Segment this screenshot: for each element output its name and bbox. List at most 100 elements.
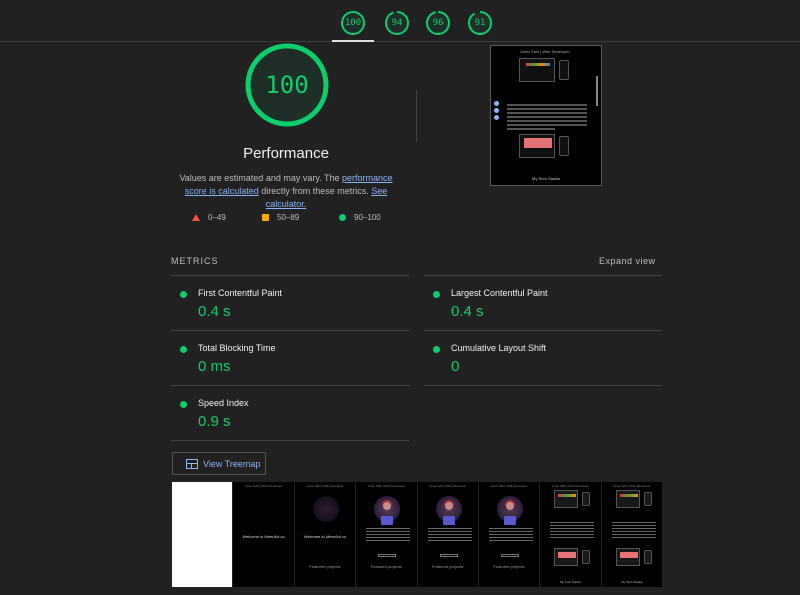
divider	[171, 275, 409, 276]
phone-image	[643, 492, 652, 506]
score-tabs-bar: 100 94 96 91	[0, 0, 800, 42]
monitor-image	[554, 548, 579, 566]
monitor-image	[519, 134, 555, 158]
social-icon	[494, 115, 499, 120]
avatar-laptop	[381, 516, 394, 525]
pass-circle-icon	[180, 291, 187, 298]
score-tab-best-practices[interactable]: 96	[425, 10, 451, 36]
filmstrip-frame	[172, 482, 233, 587]
metric-value: 0.4 s	[451, 303, 484, 320]
thumbnail-footer: My Tech Stacks	[532, 176, 560, 181]
performance-score: 100	[265, 71, 309, 99]
frame-button	[439, 554, 458, 557]
frame-footer: My Tech Stacks	[559, 580, 581, 584]
filmstrip-frame: Umer Sahl | Web Developer Featured proje…	[478, 482, 540, 587]
square-icon	[262, 214, 269, 222]
metric-first-contentful-paint: First Contentful Paint 0.4 s	[171, 277, 409, 333]
score-tab-value: 96	[432, 18, 444, 28]
category-title: Performance	[243, 145, 329, 162]
metric-value: 0.4 s	[198, 303, 231, 320]
pass-circle-icon	[180, 346, 187, 353]
metric-value: 0.9 s	[198, 413, 231, 430]
frame-title: Umer Sahl | Web Developer	[613, 484, 651, 488]
metric-name: Cumulative Layout Shift	[451, 343, 547, 353]
score-tab-seo[interactable]: 91	[467, 10, 493, 36]
frame-text-lines	[366, 528, 411, 543]
filmstrip: Umer Sahl | Web Developer Welcome to Mee…	[172, 482, 662, 587]
frame-welcome-text: Welcome to MeerAhl.co	[303, 534, 347, 539]
frame-footer: My Tech Stacks	[621, 580, 643, 584]
expand-view-toggle[interactable]: Expand view	[599, 256, 656, 266]
filmstrip-frame: Umer Sahl | Web Developer My Tech Stacks	[601, 482, 662, 587]
legend-range: 90–100	[354, 213, 381, 222]
scrollbar	[596, 76, 598, 106]
frame-title: Umer Sahl | Web Developer	[429, 484, 467, 488]
divider	[424, 275, 662, 276]
frame-text-lines	[550, 522, 595, 540]
description-text: directly from these metrics.	[258, 186, 372, 196]
metric-largest-contentful-paint: Largest Contentful Paint 0.4 s	[424, 277, 662, 333]
divider	[424, 385, 662, 386]
frame-title: Umer Sahl | Web Developer	[367, 484, 405, 488]
filmstrip-frame: Umer Sahl | Web Developer Featured proje…	[356, 482, 417, 587]
phone-image	[643, 550, 652, 564]
avatar	[312, 496, 339, 522]
frame-featured-text: Featured projects	[493, 564, 525, 569]
frame-featured-text: Featured projects	[309, 564, 341, 569]
metric-name: First Contentful Paint	[198, 288, 283, 298]
frame-button	[500, 554, 519, 557]
score-tab-accessibility[interactable]: 94	[384, 10, 410, 36]
avatar-laptop	[503, 516, 516, 525]
pass-circle-icon	[433, 291, 440, 298]
filmstrip-frame: Umer Sahl | Web Developer Welcome to Mee…	[233, 482, 294, 587]
frame-text-lines	[611, 522, 656, 540]
frame-title: Umer Sahl | Web Developer	[306, 484, 344, 488]
frame-title: Umer Sahl | Web Developer	[244, 484, 283, 488]
view-treemap-button[interactable]: View Treemap	[172, 452, 266, 475]
monitor-image	[615, 548, 640, 566]
score-tab-value: 91	[474, 18, 486, 28]
score-tab-value: 100	[344, 18, 362, 28]
legend-average: 50–89	[262, 212, 299, 224]
score-tab-performance[interactable]: 100	[340, 10, 366, 36]
divider	[416, 90, 417, 142]
legend-range: 50–89	[277, 213, 300, 222]
monitor-image	[615, 490, 640, 508]
score-description: Values are estimated and may vary. The p…	[170, 172, 402, 211]
social-icon	[494, 108, 499, 113]
thumbnail-text-lines	[507, 104, 587, 132]
legend-pass: 90–100	[339, 212, 381, 224]
frame-welcome-text: Welcome to MeerAhl.co	[242, 534, 285, 539]
phone-image	[582, 550, 591, 564]
divider	[171, 440, 409, 441]
divider	[424, 330, 662, 331]
legend-range: 0–49	[208, 213, 226, 222]
pass-circle-icon	[180, 401, 187, 408]
monitor-image	[519, 58, 555, 82]
metric-cumulative-layout-shift: Cumulative Layout Shift 0	[424, 332, 662, 388]
legend-fail: 0–49	[192, 212, 226, 224]
metric-name: Largest Contentful Paint	[451, 288, 548, 298]
frame-title: Umer Sahl | Web Developer	[551, 484, 590, 488]
metrics-heading: METRICS	[171, 256, 219, 266]
avatar-head	[505, 502, 514, 510]
frame-button	[378, 554, 397, 557]
thumbnail-header: Umer Sahl | Web Developer	[520, 49, 570, 54]
frame-featured-text: Featured projects	[370, 564, 402, 569]
phone-image	[559, 60, 569, 80]
description-text: Values are estimated and may vary. The	[179, 173, 343, 183]
divider	[171, 385, 409, 386]
metric-name: Speed Index	[198, 398, 249, 408]
metric-name: Total Blocking Time	[198, 343, 276, 353]
pass-circle-icon	[433, 346, 440, 353]
metric-total-blocking-time: Total Blocking Time 0 ms	[171, 332, 409, 388]
frame-featured-text: Featured projects	[432, 564, 464, 569]
metric-speed-index: Speed Index 0.9 s	[171, 387, 409, 443]
frame-text-lines	[488, 528, 533, 543]
final-screenshot[interactable]: Umer Sahl | Web Developer My Tech Stacks	[490, 45, 602, 186]
filmstrip-frame: Umer Sahl | Web Developer My Tech Stacks	[540, 482, 601, 587]
performance-gauge: 100	[244, 42, 330, 128]
filmstrip-frame: Umer Sahl | Web Developer Welcome to Mee…	[294, 482, 356, 587]
metric-value: 0 ms	[198, 358, 231, 375]
active-tab-indicator	[332, 40, 374, 42]
